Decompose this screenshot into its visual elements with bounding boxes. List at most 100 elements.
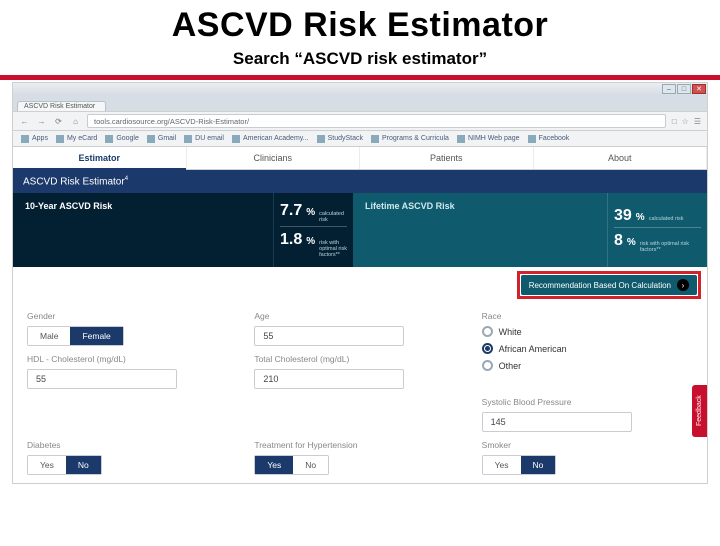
- bookmark-item[interactable]: Programs & Curricula: [371, 135, 449, 143]
- race-african-american[interactable]: African American: [482, 343, 693, 354]
- sbp-input[interactable]: 145: [482, 412, 632, 432]
- forward-icon[interactable]: →: [36, 116, 47, 127]
- feedback-tab[interactable]: Feedback: [692, 385, 707, 437]
- htn-toggle[interactable]: Yes No: [254, 455, 329, 475]
- favicon-icon: [371, 135, 379, 143]
- browser-window: – □ ✕ ASCVD Risk Estimator ← → ⟳ ⌂ tools…: [12, 82, 708, 484]
- htn-no[interactable]: No: [293, 456, 328, 474]
- app-title: ASCVD Risk Estimator4: [13, 170, 707, 193]
- tc-input[interactable]: 210: [254, 369, 404, 389]
- favicon-icon: [147, 135, 155, 143]
- tab-patients[interactable]: Patients: [360, 147, 534, 169]
- smoker-label: Smoker: [482, 440, 693, 450]
- recommendation-label: Recommendation Based On Calculation: [529, 281, 671, 290]
- maximize-button[interactable]: □: [677, 84, 691, 94]
- tab-about[interactable]: About: [534, 147, 708, 169]
- slide-title: ASCVD Risk Estimator: [0, 6, 720, 45]
- tab-strip: ASCVD Risk Estimator: [13, 95, 707, 111]
- diabetes-label: Diabetes: [27, 440, 238, 450]
- reload-icon[interactable]: ⟳: [53, 116, 64, 127]
- race-group: Race White African American Other: [482, 311, 693, 389]
- minimize-button[interactable]: –: [662, 84, 676, 94]
- favicon-icon: [528, 135, 536, 143]
- recommendation-highlight: Recommendation Based On Calculation ›: [517, 271, 701, 299]
- page-content: Estimator Clinicians Patients About ASCV…: [13, 147, 707, 483]
- hdl-label: HDL - Cholesterol (mg/dL): [27, 354, 238, 364]
- tc-label: Total Cholesterol (mg/dL): [254, 354, 465, 364]
- race-white[interactable]: White: [482, 326, 693, 337]
- window-controls: – □ ✕: [13, 83, 707, 95]
- smoker-no[interactable]: No: [521, 456, 556, 474]
- diabetes-no[interactable]: No: [66, 456, 101, 474]
- risk-summary: 10-Year ASCVD Risk 7.7%calculated risk 1…: [13, 193, 707, 267]
- ten-opt-value: 1.8: [280, 232, 302, 248]
- smoker-group: Smoker Yes No: [482, 440, 693, 475]
- diabetes-toggle[interactable]: Yes No: [27, 455, 102, 475]
- page-tools-icon[interactable]: □: [672, 117, 677, 126]
- bookmark-item[interactable]: My eCard: [56, 135, 97, 143]
- back-icon[interactable]: ←: [19, 116, 30, 127]
- browser-tab[interactable]: ASCVD Risk Estimator: [17, 101, 106, 111]
- radio-icon: [482, 326, 493, 337]
- age-group: Age 55: [254, 311, 465, 346]
- hdl-group: HDL - Cholesterol (mg/dL) 55: [27, 354, 238, 389]
- age-label: Age: [254, 311, 465, 321]
- smoker-toggle[interactable]: Yes No: [482, 455, 557, 475]
- diabetes-group: Diabetes Yes No: [27, 440, 238, 475]
- gender-female[interactable]: Female: [70, 327, 122, 345]
- url-text: tools.cardiosource.org/ASCVD-Risk-Estima…: [94, 117, 249, 126]
- bookmark-item[interactable]: NIMH Web page: [457, 135, 520, 143]
- apps-icon: [21, 135, 29, 143]
- bookmark-item[interactable]: StudyStack: [317, 135, 363, 143]
- age-input[interactable]: 55: [254, 326, 404, 346]
- smoker-yes[interactable]: Yes: [483, 456, 521, 474]
- diabetes-yes[interactable]: Yes: [28, 456, 66, 474]
- star-icon[interactable]: ☆: [682, 117, 689, 126]
- tab-estimator[interactable]: Estimator: [13, 147, 187, 169]
- race-other[interactable]: Other: [482, 360, 693, 371]
- sbp-label: Systolic Blood Pressure: [482, 397, 693, 407]
- apps-button[interactable]: Apps: [21, 135, 48, 143]
- bookmarks-bar: Apps My eCard Google Gmail DU email Amer…: [13, 131, 707, 147]
- bookmark-item[interactable]: American Academy...: [232, 135, 309, 143]
- favicon-icon: [317, 135, 325, 143]
- address-actions: □ ☆ ☰: [672, 117, 701, 126]
- favicon-icon: [184, 135, 192, 143]
- hdl-input[interactable]: 55: [27, 369, 177, 389]
- tc-group: Total Cholesterol (mg/dL) 210: [254, 354, 465, 389]
- htn-label: Treatment for Hypertension: [254, 440, 465, 450]
- bookmark-item[interactable]: Facebook: [528, 135, 570, 143]
- favicon-icon: [105, 135, 113, 143]
- radio-icon: [482, 343, 493, 354]
- ten-year-label: 10-Year ASCVD Risk: [13, 193, 273, 267]
- htn-yes[interactable]: Yes: [255, 456, 293, 474]
- htn-group: Treatment for Hypertension Yes No: [254, 440, 465, 475]
- radio-icon: [482, 360, 493, 371]
- bookmark-item[interactable]: DU email: [184, 135, 224, 143]
- gender-toggle[interactable]: Male Female: [27, 326, 124, 346]
- recommendation-row: Recommendation Based On Calculation ›: [13, 267, 707, 301]
- risk-form: Gender Male Female Age 55 Race White Afr…: [13, 301, 707, 483]
- ten-year-values: 7.7%calculated risk 1.8%risk with optima…: [273, 193, 353, 267]
- slide-subtitle: Search “ASCVD risk estimator”: [0, 49, 720, 69]
- menu-icon[interactable]: ☰: [694, 117, 701, 126]
- favicon-icon: [232, 135, 240, 143]
- life-calc-value: 39: [614, 208, 632, 224]
- chevron-right-icon: ›: [677, 279, 689, 291]
- address-row: ← → ⟳ ⌂ tools.cardiosource.org/ASCVD-Ris…: [13, 111, 707, 131]
- address-bar[interactable]: tools.cardiosource.org/ASCVD-Risk-Estima…: [87, 114, 666, 128]
- bookmark-item[interactable]: Gmail: [147, 135, 176, 143]
- top-nav: Estimator Clinicians Patients About: [13, 147, 707, 170]
- tab-clinicians[interactable]: Clinicians: [187, 147, 361, 169]
- favicon-icon: [457, 135, 465, 143]
- bookmark-item[interactable]: Google: [105, 135, 139, 143]
- close-button[interactable]: ✕: [692, 84, 706, 94]
- gender-group: Gender Male Female: [27, 311, 238, 346]
- home-icon[interactable]: ⌂: [70, 116, 81, 127]
- recommendation-button[interactable]: Recommendation Based On Calculation ›: [521, 275, 697, 295]
- apps-label: Apps: [32, 135, 48, 142]
- lifetime-label: Lifetime ASCVD Risk: [353, 193, 607, 267]
- favicon-icon: [56, 135, 64, 143]
- gender-male[interactable]: Male: [28, 327, 70, 345]
- title-underline: [0, 75, 720, 80]
